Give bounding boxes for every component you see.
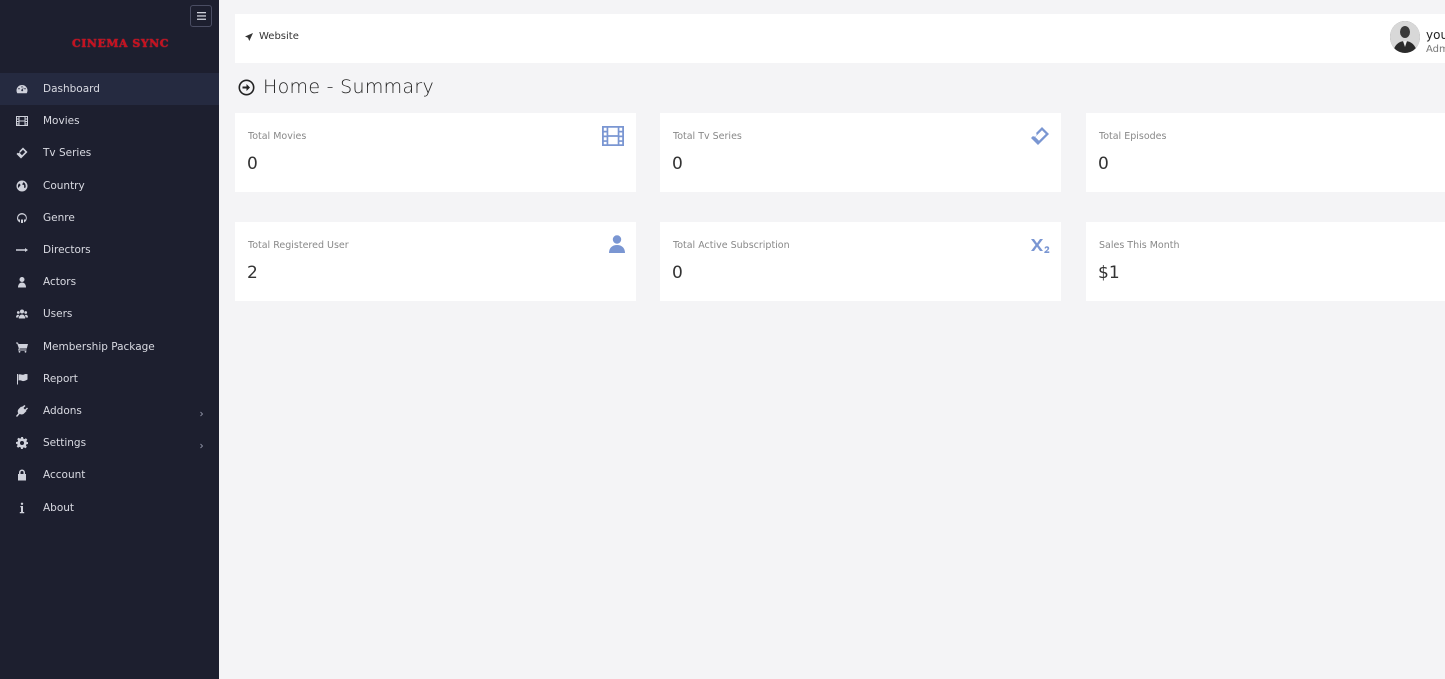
sidebar-item-label: Settings (43, 437, 87, 450)
send-icon (245, 32, 253, 41)
sidebar-item-membership-package[interactable]: Membership Package (0, 331, 219, 363)
menu-icon (196, 12, 206, 20)
film-icon (15, 114, 29, 128)
sidebar-item-directors[interactable]: Directors (0, 234, 219, 266)
sidebar-item-label: Report (43, 372, 78, 385)
sidebar-item-addons[interactable]: Addons (0, 395, 219, 427)
sidebar-item-dashboard[interactable]: Dashboard (0, 73, 219, 106)
sidebar: CINEMA SYNC Dashboard Movies Tv Series C… (0, 0, 219, 679)
sidebar-item-label: Directors (43, 244, 91, 257)
chevron-right-icon (199, 440, 205, 449)
stat-card-total-active-subscription: Total Active Subscription 0 (660, 222, 1061, 301)
genre-icon (15, 211, 29, 225)
stat-card-sales-this-month: Sales This Month $1 (1086, 222, 1445, 301)
page-title: Home - Summary (238, 76, 434, 98)
stat-card-total-tv-series: Total Tv Series 0 (660, 113, 1061, 192)
sidebar-item-genre[interactable]: Genre (0, 202, 219, 234)
globe-icon (15, 179, 29, 193)
sidebar-nav: Dashboard Movies Tv Series Country Genre… (0, 73, 219, 524)
stat-value: $1 (1098, 263, 1120, 283)
stat-value: 0 (672, 263, 683, 283)
sidebar-item-label: Account (43, 469, 86, 482)
sidebar-item-label: Membership Package (43, 340, 155, 353)
sidebar-item-label: Tv Series (43, 147, 92, 160)
user-name[interactable]: you (1426, 28, 1445, 42)
sidebar-item-label: Actors (43, 276, 77, 289)
sidebar-item-about[interactable]: About (0, 491, 219, 523)
sidebar-item-country[interactable]: Country (0, 170, 219, 202)
website-link[interactable]: Website (245, 31, 299, 42)
user-photo-icon (1390, 21, 1420, 53)
stat-label: Total Registered User (248, 240, 349, 251)
stat-card-total-movies: Total Movies 0 (235, 113, 636, 192)
arrow-circle-right-icon (238, 79, 255, 95)
sidebar-item-settings[interactable]: Settings (0, 427, 219, 459)
top-bar: Website you Adm (235, 14, 1445, 63)
stat-card-total-episodes: Total Episodes 0 (1086, 113, 1445, 192)
user-role: Adm (1426, 44, 1445, 55)
sidebar-item-label: About (43, 501, 75, 514)
lock-icon (15, 468, 29, 482)
stat-label: Sales This Month (1099, 240, 1180, 251)
film-icon (602, 126, 624, 150)
sidebar-item-label: Country (43, 179, 85, 192)
users-icon (15, 307, 29, 321)
flag-icon (15, 372, 29, 386)
sidebar-item-label: Movies (43, 115, 80, 128)
stat-card-total-registered-user: Total Registered User 2 (235, 222, 636, 301)
user-icon (15, 275, 29, 289)
user-icon (609, 235, 625, 257)
sidebar-item-label: Users (43, 308, 73, 321)
stat-value: 0 (247, 154, 258, 174)
dashboard-icon (15, 82, 29, 96)
avatar[interactable] (1390, 21, 1420, 53)
sidebar-item-actors[interactable]: Actors (0, 266, 219, 298)
ticket-icon (15, 146, 29, 160)
sidebar-item-tv-series[interactable]: Tv Series (0, 137, 219, 169)
sidebar-item-label: Addons (43, 404, 82, 417)
gear-icon (15, 436, 29, 450)
subscript-icon (1031, 238, 1051, 258)
stat-value: 0 (1098, 154, 1109, 174)
stat-value: 0 (672, 154, 683, 174)
chevron-right-icon (199, 408, 205, 417)
sidebar-item-account[interactable]: Account (0, 459, 219, 491)
sidebar-item-label: Genre (43, 211, 75, 224)
sidebar-toggle-button[interactable] (190, 5, 212, 27)
ticket-icon (1030, 126, 1050, 150)
sidebar-item-users[interactable]: Users (0, 298, 219, 330)
page-title-text: Home - Summary (263, 76, 435, 98)
website-link-label: Website (259, 31, 299, 42)
stat-label: Total Tv Series (673, 131, 742, 142)
info-icon (15, 501, 29, 515)
cart-icon (15, 340, 29, 354)
arrow-right-icon (15, 243, 29, 257)
stat-value: 2 (247, 263, 258, 283)
brand-logo[interactable]: CINEMA SYNC (72, 37, 169, 51)
sidebar-item-label: Dashboard (43, 83, 100, 96)
stat-label: Total Movies (248, 131, 307, 142)
sidebar-item-movies[interactable]: Movies (0, 105, 219, 137)
stat-label: Total Active Subscription (673, 240, 790, 251)
plug-icon (15, 404, 29, 418)
sidebar-item-report[interactable]: Report (0, 363, 219, 395)
stat-label: Total Episodes (1099, 131, 1167, 142)
